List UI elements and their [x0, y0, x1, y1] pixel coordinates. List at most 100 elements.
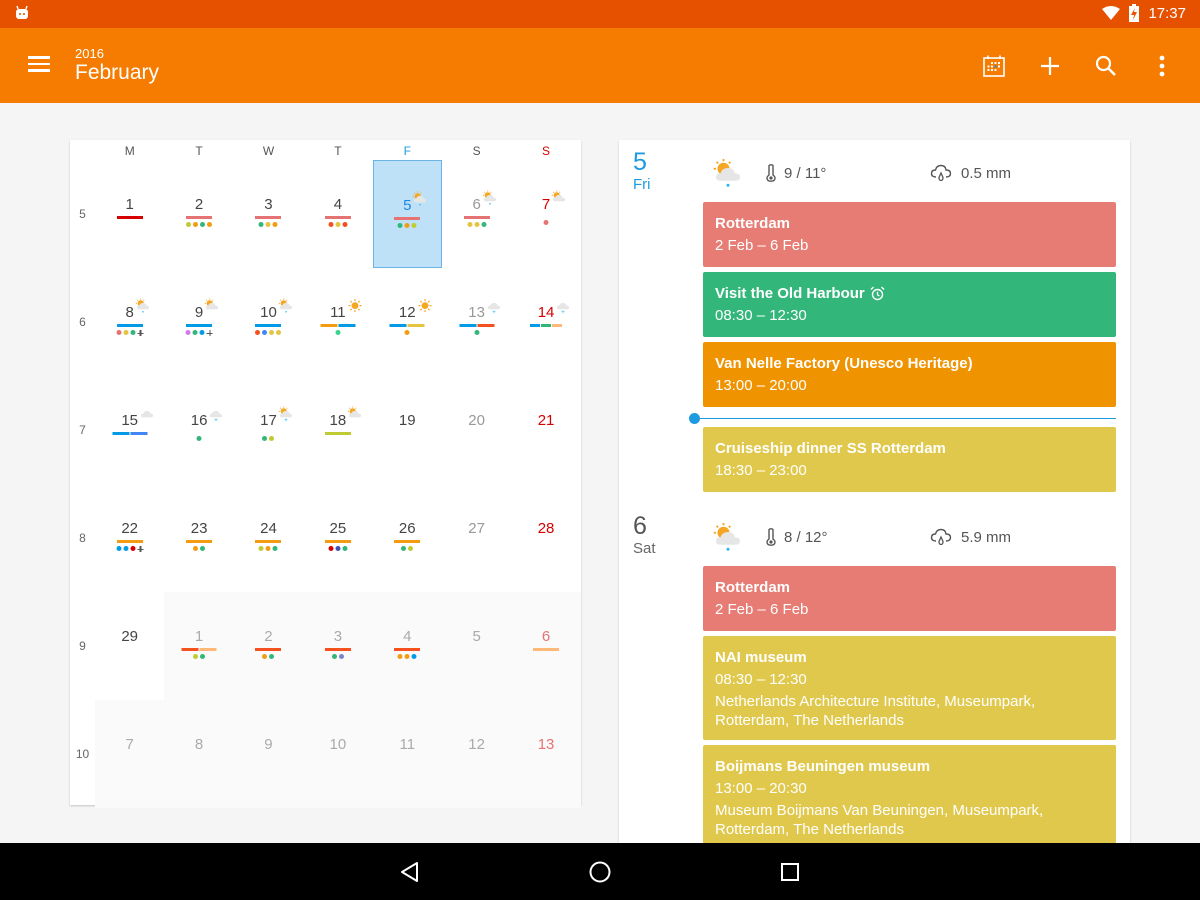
rain-cloud-icon: [930, 164, 952, 182]
add-event-button[interactable]: [1034, 48, 1066, 84]
event-bar: [199, 648, 217, 651]
day-cell[interactable]: 22: [95, 484, 164, 592]
event-bar: [394, 217, 421, 220]
recents-button[interactable]: [775, 857, 805, 887]
day-cell[interactable]: 7: [95, 700, 165, 808]
event-dots: [397, 654, 417, 659]
day-of-week-label: F: [403, 144, 411, 158]
back-button[interactable]: [395, 857, 425, 887]
day-cell[interactable]: 17: [234, 376, 303, 484]
title-block[interactable]: 2016 February: [75, 47, 159, 85]
event-dot: [262, 436, 268, 441]
day-cell[interactable]: 21: [511, 376, 580, 484]
day-cell[interactable]: 11: [303, 268, 372, 376]
event-bar: [459, 324, 477, 327]
day-cell[interactable]: 3: [234, 160, 303, 268]
event-title: Visit the Old Harbour: [715, 285, 865, 302]
event-dot: [193, 546, 199, 551]
day-cell[interactable]: 28: [511, 484, 580, 592]
event-dot: [192, 330, 198, 335]
day-cell[interactable]: 5: [441, 592, 512, 700]
day-number: 12: [468, 736, 485, 753]
day-cell[interactable]: 13: [442, 268, 511, 376]
day-cell[interactable]: 20: [442, 376, 511, 484]
event-dot: [338, 654, 344, 659]
weather-summary: 8 / 12° 5.9 mm: [619, 504, 1130, 566]
day-cell[interactable]: 11: [372, 700, 442, 808]
event-dot: [130, 330, 136, 335]
event-dots: [196, 436, 202, 441]
day-cell[interactable]: 8: [95, 268, 164, 376]
event-dots: [258, 222, 278, 227]
event-title: Rotterdam: [715, 215, 791, 232]
search-button[interactable]: [1090, 48, 1122, 84]
day-cell[interactable]: 2: [233, 592, 304, 700]
day-cell[interactable]: 10: [303, 700, 373, 808]
agenda-panel[interactable]: 5 Fri 9 / 11° 0.5 mm Rotterdam 2 Feb – 6 F…: [619, 140, 1130, 843]
menu-button[interactable]: [28, 52, 56, 80]
event-bar: [130, 432, 148, 435]
hamburger-icon: [28, 56, 56, 72]
day-cell[interactable]: 7: [511, 160, 580, 268]
day-cell[interactable]: 25: [303, 484, 372, 592]
event-dot: [265, 222, 271, 227]
day-number: 25: [329, 520, 347, 537]
week-number: 5: [79, 207, 86, 221]
day-cell[interactable]: 12: [373, 268, 442, 376]
day-cell[interactable]: 16: [164, 376, 233, 484]
day-cell[interactable]: 10: [234, 268, 303, 376]
day-number: 5: [472, 628, 481, 645]
event-dot: [543, 220, 549, 225]
day-cell[interactable]: 3: [303, 592, 373, 700]
agenda-event[interactable]: NAI museum 08:30 – 12:30 Netherlands Archi…: [703, 636, 1116, 740]
current-time-indicator: [689, 411, 1116, 424]
event-dots: [116, 330, 144, 336]
day-number: 5: [403, 191, 427, 214]
agenda-event[interactable]: Rotterdam 2 Feb – 6 Feb: [703, 202, 1116, 267]
day-cell[interactable]: 6: [511, 592, 581, 700]
day-cell[interactable]: 1: [95, 160, 164, 268]
day-cell[interactable]: 4: [372, 592, 442, 700]
day-cell[interactable]: 19: [373, 376, 442, 484]
today-button[interactable]: [978, 48, 1010, 84]
day-cell[interactable]: 2: [164, 160, 233, 268]
day-cell[interactable]: 15: [95, 376, 164, 484]
home-button[interactable]: [585, 857, 615, 887]
day-cell[interactable]: 8: [164, 700, 234, 808]
day-cell[interactable]: 14: [511, 268, 580, 376]
partly-cloudy-rain-weather-icon: [278, 298, 294, 313]
back-icon: [401, 862, 418, 882]
day-cell-selected[interactable]: 5: [372, 160, 442, 268]
wifi-icon: [1102, 6, 1121, 20]
day-cell[interactable]: 27: [442, 484, 511, 592]
day-cell[interactable]: 6: [442, 160, 511, 268]
day-cell[interactable]: 9: [233, 700, 304, 808]
event-dots: [262, 436, 275, 441]
day-cell[interactable]: 9: [164, 268, 233, 376]
event-bar: [116, 324, 143, 327]
month-calendar: MTWTFSS 5 6 7 8 9 10 1 2 3 4 5 6 7 8 9 10 11 12 13 14 15 16 1…: [70, 140, 581, 808]
day-number: 11: [399, 736, 416, 753]
day-cell[interactable]: 23: [164, 484, 233, 592]
event-dots: [397, 223, 417, 228]
year-label: 2016: [75, 46, 104, 61]
agenda-event[interactable]: Rotterdam 2 Feb – 6 Feb: [703, 566, 1116, 631]
event-dots: [193, 654, 206, 659]
agenda-event[interactable]: Visit the Old Harbour 08:30 – 12:30: [703, 272, 1116, 337]
event-bar: [255, 540, 282, 543]
day-cell[interactable]: 4: [303, 160, 372, 268]
day-cell[interactable]: 13: [511, 700, 581, 808]
day-cell[interactable]: 26: [373, 484, 442, 592]
day-cell[interactable]: 18: [303, 376, 372, 484]
day-cell[interactable]: 1: [164, 592, 234, 700]
agenda-event[interactable]: Boijmans Beuningen museum 13:00 – 20:30 Mu…: [703, 745, 1116, 843]
day-cell[interactable]: 29: [95, 592, 164, 700]
agenda-event[interactable]: Van Nelle Factory (Unesco Heritage) 13:00…: [703, 342, 1116, 407]
day-number: 18: [330, 406, 362, 429]
day-number: 11: [330, 299, 362, 321]
agenda-event[interactable]: Cruiseship dinner SS Rotterdam 18:30 – 23…: [703, 427, 1116, 492]
multi-day-event-bars: [324, 432, 351, 435]
day-cell[interactable]: 24: [234, 484, 303, 592]
day-cell[interactable]: 12: [441, 700, 512, 808]
more-options-button[interactable]: [1146, 48, 1178, 84]
